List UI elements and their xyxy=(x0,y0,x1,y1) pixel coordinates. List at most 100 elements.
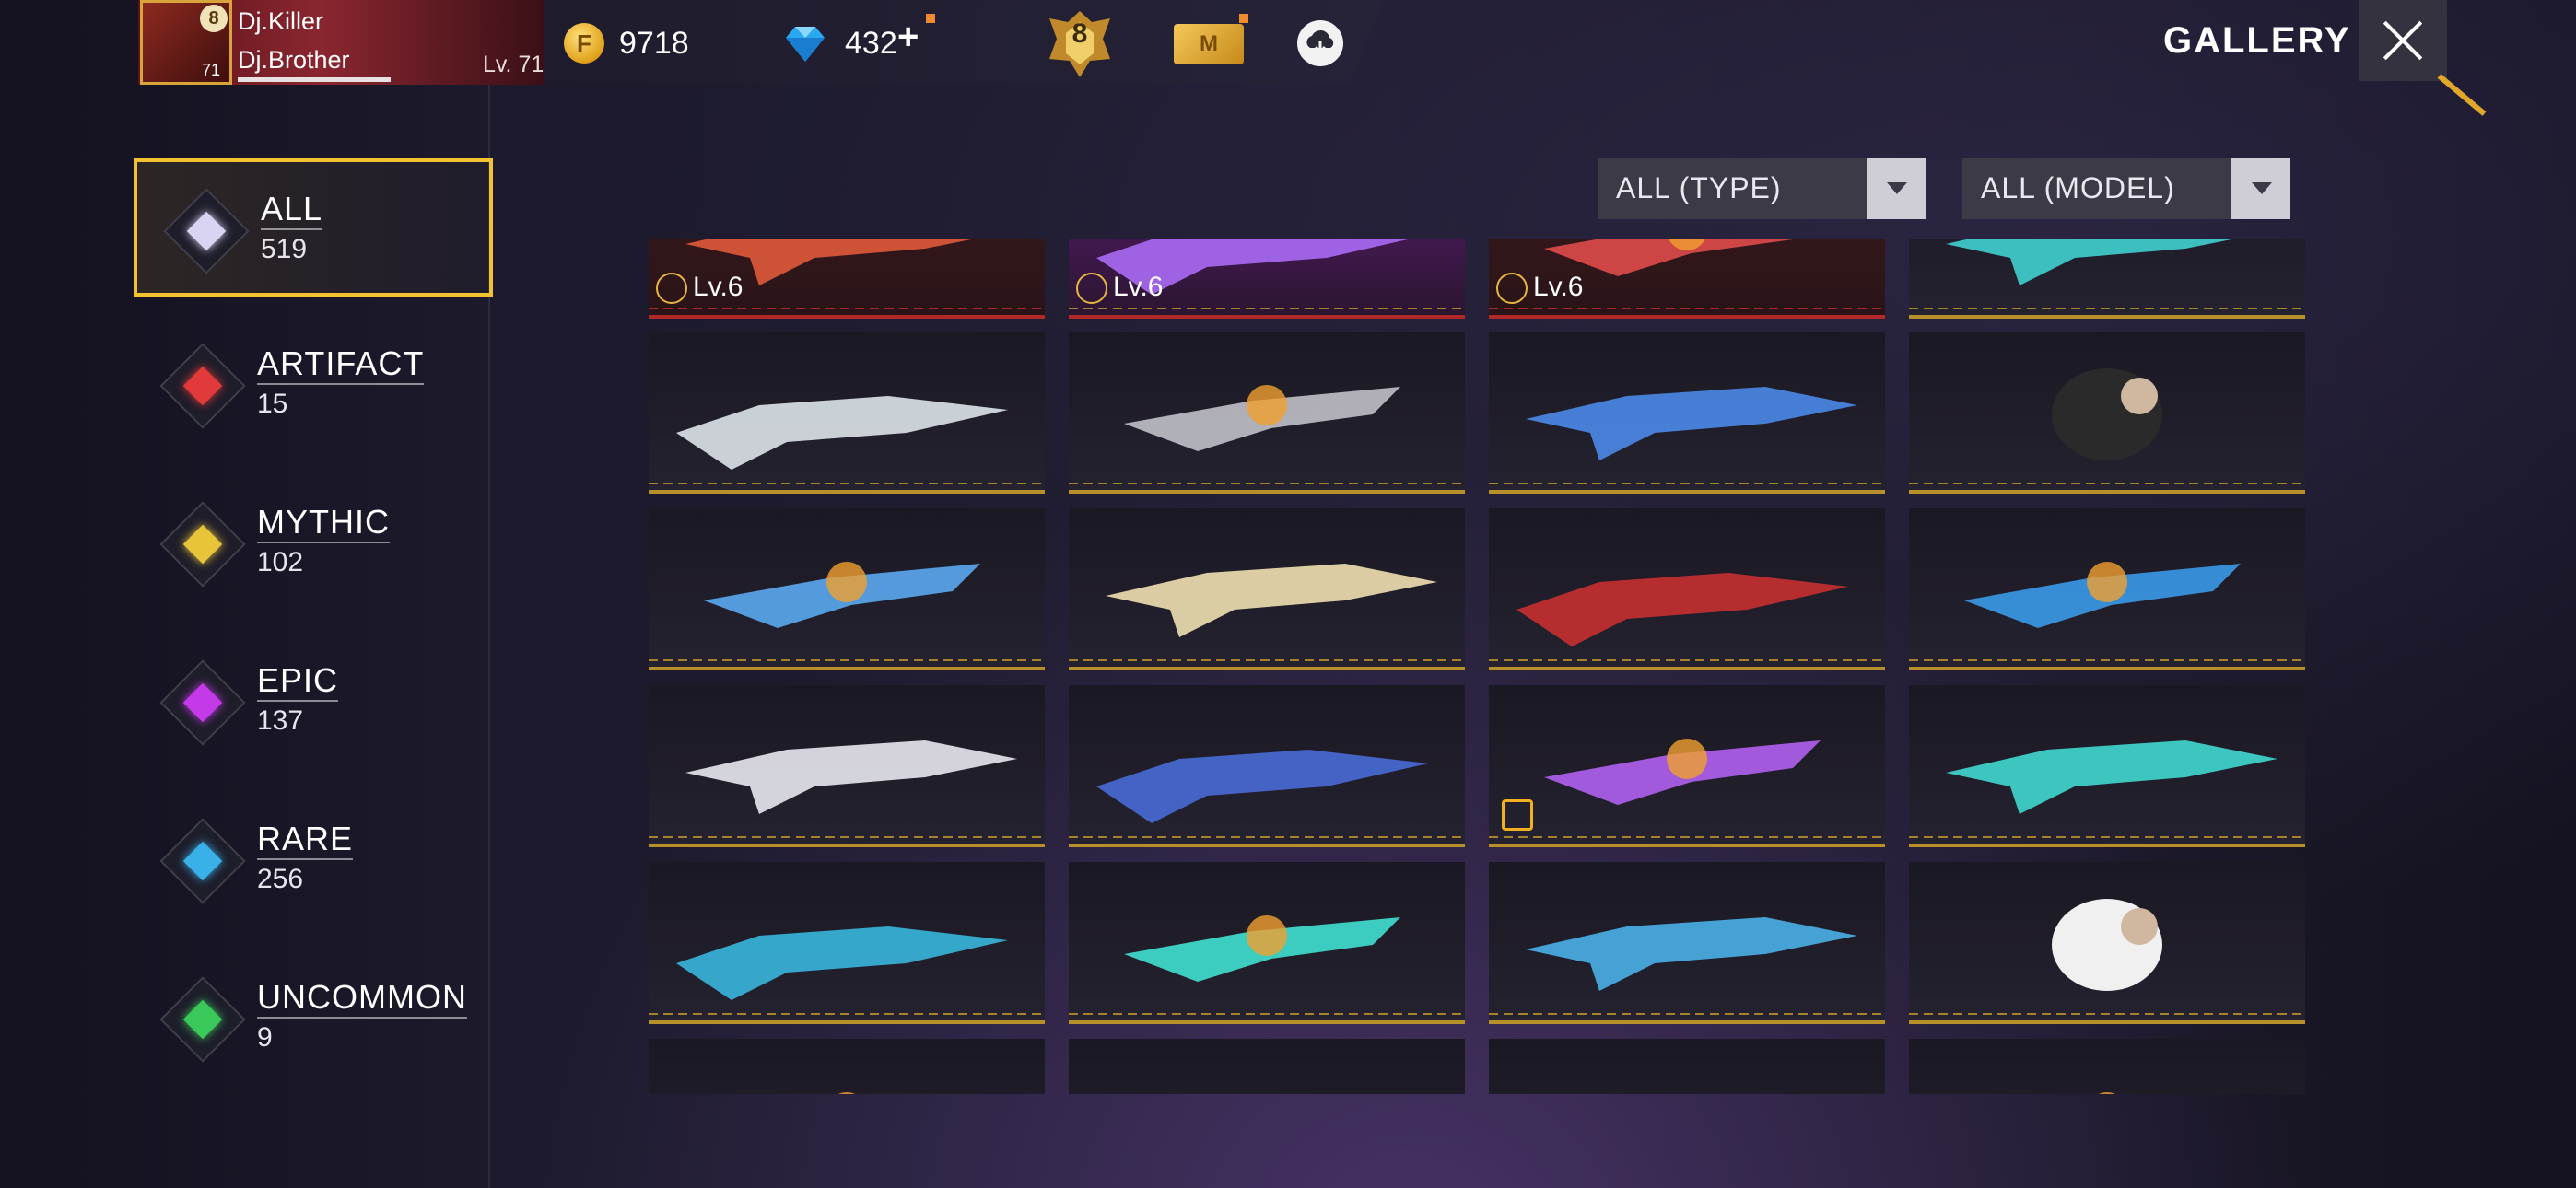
diamond-notification-dot xyxy=(926,14,935,23)
category-mythic-icon xyxy=(159,501,246,588)
item-image xyxy=(1124,385,1400,451)
level-crest-icon xyxy=(656,273,687,304)
gold-coin-icon: F xyxy=(564,23,604,64)
category-uncommon[interactable]: UNCOMMON 9 xyxy=(134,950,493,1089)
close-button[interactable] xyxy=(2359,0,2447,81)
item-image xyxy=(1544,739,1821,805)
gallery-item-tile[interactable] xyxy=(1909,685,2305,847)
diamond-icon xyxy=(786,27,825,62)
item-level-badge: Lv.6 xyxy=(1496,272,1583,304)
gallery-item-tile[interactable]: Lv.6 xyxy=(1489,239,1885,319)
gallery-item-tile[interactable] xyxy=(1069,1039,1465,1094)
item-image xyxy=(2052,368,2162,460)
item-image xyxy=(1946,239,2231,285)
category-label: ALL xyxy=(261,190,323,230)
gallery-item-tile[interactable] xyxy=(649,332,1045,494)
player-name: Dj.Killer xyxy=(238,7,324,35)
guild-name: Dj.Brother xyxy=(238,46,350,74)
player-avatar[interactable]: 8 71 xyxy=(140,0,232,85)
item-level-text: Lv.6 xyxy=(1533,271,1584,302)
model-filter-dropdown[interactable]: ALL (MODEL) xyxy=(1962,158,2290,219)
category-count: 102 xyxy=(257,547,304,577)
item-grid[interactable]: Lv.6 Lv.6 Lv.6 xyxy=(649,239,2307,1094)
item-image xyxy=(1124,915,1400,982)
category-count: 9 xyxy=(257,1022,273,1053)
swap-icon xyxy=(1502,799,1533,831)
category-label: ARTIFACT xyxy=(257,344,425,385)
avatar-level: 71 xyxy=(202,61,221,79)
category-epic-icon xyxy=(159,659,246,746)
gallery-item-tile[interactable] xyxy=(1489,685,1885,847)
gallery-item-tile[interactable] xyxy=(1909,332,2305,494)
gallery-item-tile[interactable] xyxy=(1489,332,1885,494)
gallery-item-tile[interactable] xyxy=(649,1039,1045,1094)
category-label: UNCOMMON xyxy=(257,978,467,1019)
category-label: RARE xyxy=(257,820,354,860)
rank-number: 8 xyxy=(1071,18,1088,49)
gallery-item-tile[interactable] xyxy=(1909,508,2305,670)
item-image xyxy=(676,926,1008,1000)
category-rare[interactable]: RARE 256 xyxy=(134,792,493,930)
category-epic[interactable]: EPIC 137 xyxy=(134,634,493,772)
category-all[interactable]: ALL 519 xyxy=(134,158,493,297)
gallery-item-tile[interactable]: Lv.6 xyxy=(649,239,1045,319)
item-image xyxy=(676,396,1008,470)
xp-bar xyxy=(238,77,391,82)
category-mythic[interactable]: MYTHIC 102 xyxy=(134,475,493,613)
type-filter-dropdown[interactable]: ALL (TYPE) xyxy=(1598,158,1926,219)
level-crest-icon xyxy=(1076,273,1107,304)
gallery-item-tile[interactable] xyxy=(649,862,1045,1024)
gallery-item-tile[interactable] xyxy=(1069,862,1465,1024)
gallery-item-tile[interactable] xyxy=(1489,862,1885,1024)
membership-card-icon[interactable]: M xyxy=(1174,24,1244,64)
type-filter-value: ALL (TYPE) xyxy=(1616,171,1782,204)
category-artifact[interactable]: ARTIFACT 15 xyxy=(134,317,493,455)
gallery-item-tile[interactable] xyxy=(1069,685,1465,847)
item-image xyxy=(2052,899,2162,991)
item-image xyxy=(1964,562,2241,628)
category-count: 137 xyxy=(257,705,304,736)
item-level-badge: Lv.6 xyxy=(656,272,743,304)
item-level-text: Lv.6 xyxy=(1113,271,1164,302)
item-image xyxy=(685,740,1017,814)
item-image xyxy=(2098,1092,2116,1094)
gallery-item-tile[interactable] xyxy=(1909,862,2305,1024)
gallery-item-tile[interactable] xyxy=(1489,508,1885,670)
item-image xyxy=(704,562,980,628)
membership-notification-dot xyxy=(1239,14,1248,23)
model-filter-value: ALL (MODEL) xyxy=(1981,171,2175,204)
category-uncommon-icon xyxy=(159,976,246,1063)
add-diamonds-button[interactable]: + xyxy=(897,17,919,58)
diamond-count: 432 xyxy=(845,26,897,61)
gallery-item-tile[interactable] xyxy=(1909,239,2305,319)
page-title: GALLERY xyxy=(2163,20,2351,61)
gallery-item-tile[interactable] xyxy=(1909,1039,2305,1094)
item-image xyxy=(1069,1039,1465,1094)
category-label: MYTHIC xyxy=(257,503,390,543)
item-image xyxy=(1106,564,1437,637)
cloud-download-icon[interactable] xyxy=(1297,20,1343,66)
gallery-item-tile[interactable] xyxy=(649,685,1045,847)
gallery-item-tile[interactable]: Lv.6 xyxy=(1069,239,1465,319)
item-image xyxy=(837,1092,856,1094)
avatar-rank-badge: 8 xyxy=(200,5,228,32)
item-level-text: Lv.6 xyxy=(693,271,744,302)
gallery-item-tile[interactable] xyxy=(1489,1039,1885,1094)
gallery-item-tile[interactable] xyxy=(649,508,1045,670)
category-label: EPIC xyxy=(257,661,339,702)
chevron-down-icon xyxy=(1867,158,1926,219)
gallery-item-tile[interactable] xyxy=(1069,508,1465,670)
item-image xyxy=(1526,387,1857,460)
category-artifact-icon xyxy=(159,343,246,429)
item-image xyxy=(1946,740,2277,814)
chevron-down-icon xyxy=(2231,158,2290,219)
category-all-icon xyxy=(163,188,250,274)
corner-decoration xyxy=(2437,74,2487,116)
level-crest-icon xyxy=(1496,273,1528,304)
item-image xyxy=(1526,917,1857,991)
item-image xyxy=(1516,573,1848,646)
category-count: 15 xyxy=(257,389,288,419)
category-count: 519 xyxy=(261,234,308,264)
gallery-item-tile[interactable] xyxy=(1069,332,1465,494)
item-level-badge: Lv.6 xyxy=(1076,272,1163,304)
